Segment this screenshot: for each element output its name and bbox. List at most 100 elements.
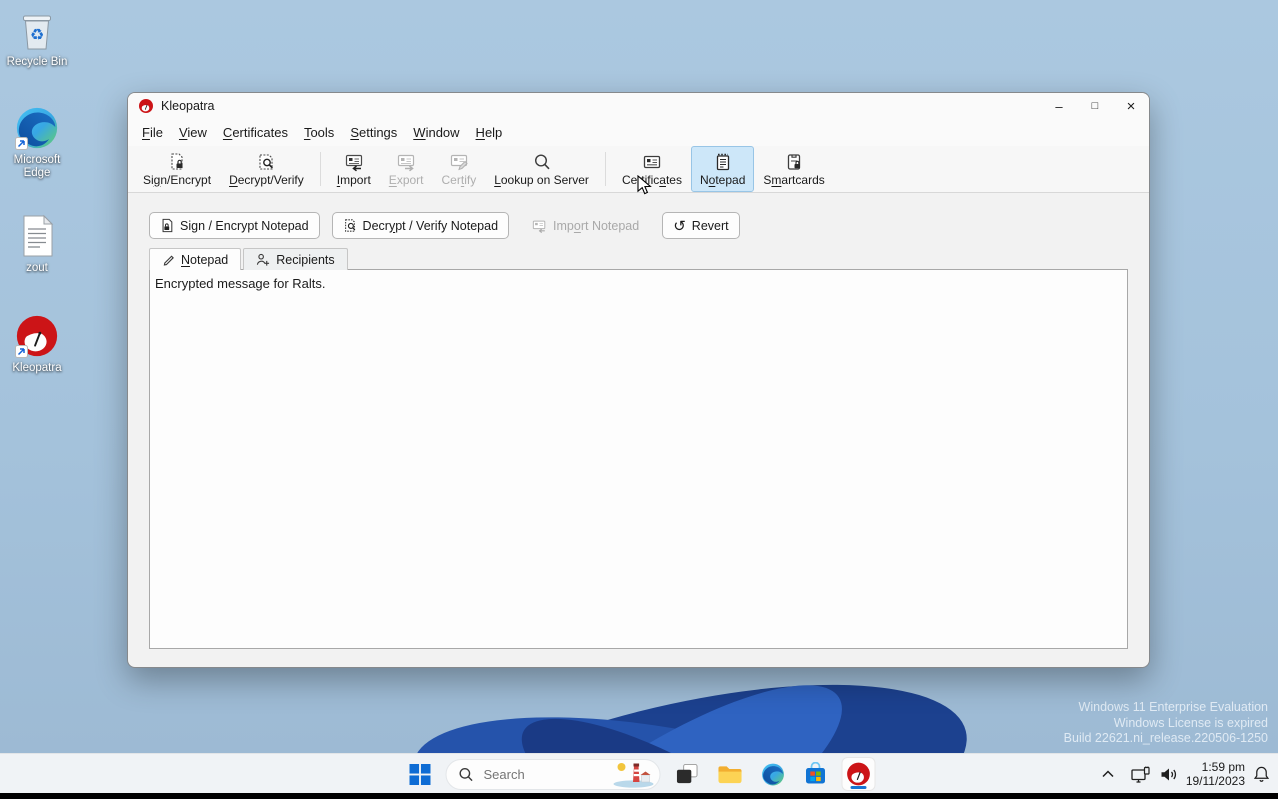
window-title: Kleopatra (161, 99, 215, 113)
notepad-tabs: Notepad Recipients (149, 248, 1149, 270)
toolbar-certify[interactable]: Certify (433, 146, 486, 192)
menu-certificates[interactable]: Certificates (215, 121, 296, 144)
search-icon (459, 767, 474, 782)
toolbar-smartcards[interactable]: Smartcards (754, 146, 833, 192)
mouse-cursor (637, 175, 652, 195)
task-view-button[interactable] (670, 757, 704, 791)
start-button[interactable] (403, 757, 437, 791)
shortcut-arrow-icon (15, 345, 28, 358)
pencil-icon (162, 253, 175, 266)
microsoft-store-button[interactable] (799, 757, 833, 791)
watermark-line: Windows 11 Enterprise Evaluation (1078, 700, 1268, 714)
toolbar-import[interactable]: Import (328, 146, 380, 192)
import-notepad-icon (532, 219, 547, 233)
import-certificate-icon (344, 152, 364, 172)
title-bar[interactable]: Kleopatra – □ × (128, 93, 1149, 119)
clock-time: 1:59 pm (1201, 760, 1245, 774)
notification-bell-icon[interactable] (1253, 765, 1270, 783)
tray-chevron-up-icon[interactable] (1101, 769, 1115, 779)
menu-view[interactable]: View (171, 121, 215, 144)
windows-logo-icon (409, 763, 430, 785)
recycle-bin-icon: ♻ (14, 7, 60, 53)
menu-help[interactable]: Help (468, 121, 511, 144)
tab-notepad[interactable]: Notepad (149, 248, 242, 270)
menu-bar: File View Certificates Tools Settings Wi… (128, 119, 1149, 146)
desktop-icon-microsoft-edge[interactable]: Microsoft Edge (0, 105, 74, 179)
notepad-view: Sign / Encrypt Notepad Decrypt / Verify … (128, 212, 1149, 649)
kleopatra-icon (847, 762, 870, 786)
volume-icon[interactable] (1160, 767, 1178, 782)
desktop: { "colors":{ "desktop_top":"#abc8e0","bl… (0, 0, 1278, 799)
taskbar: 1:59 pm 19/11/2023 (0, 753, 1278, 794)
revert-icon: ↺ (673, 216, 686, 235)
screen-bottom-strip (0, 793, 1278, 799)
decrypt-verify-icon (256, 152, 276, 172)
certificates-icon (642, 152, 662, 172)
minimize-button[interactable]: – (1041, 93, 1077, 119)
menu-window[interactable]: Window (405, 121, 467, 144)
toolbar-sign-encrypt[interactable]: Sign/Encrypt (134, 146, 220, 192)
desktop-icon-label: Kleopatra (12, 362, 62, 374)
kleopatra-taskbar-button[interactable] (841, 757, 876, 791)
watermark-line: Build 22621.ni_release.220506-1250 (1063, 731, 1268, 745)
windows-evaluation-watermark: Windows 11 Enterprise Evaluation Windows… (1064, 700, 1268, 747)
sign-encrypt-notepad-button[interactable]: Sign / Encrypt Notepad (149, 212, 320, 239)
desktop-icon-kleopatra[interactable]: Kleopatra (0, 313, 74, 375)
desktop-icon-label: Microsoft Edge (13, 154, 61, 179)
menu-file[interactable]: File (134, 121, 171, 144)
taskbar-center-group (403, 754, 876, 794)
clock-date: 19/11/2023 (1185, 774, 1245, 788)
search-server-icon (532, 152, 552, 172)
window-controls: – □ × (1041, 93, 1149, 119)
search-input[interactable] (481, 765, 602, 783)
edge-icon (14, 105, 60, 151)
notepad-text-input[interactable]: Encrypted message for Ralts. (150, 270, 1127, 648)
sign-encrypt-icon (167, 152, 187, 172)
edge-taskbar-button[interactable] (756, 757, 790, 791)
network-icon[interactable] (1131, 766, 1152, 783)
desktop-icon-label: zout (26, 262, 48, 274)
svg-text:♻: ♻ (30, 25, 44, 44)
toolbar-separator (604, 152, 606, 186)
toolbar-export[interactable]: Export (380, 146, 433, 192)
toolbar-lookup-on-server[interactable]: Lookup on Server (485, 146, 598, 192)
close-button[interactable]: × (1113, 93, 1149, 119)
toolbar-notepad[interactable]: Notepad (690, 146, 755, 192)
decrypt-verify-icon (343, 218, 357, 233)
shortcut-arrow-icon (15, 137, 28, 150)
search-spotlight-image[interactable] (610, 761, 656, 788)
desktop-icon-label: Recycle Bin (6, 56, 68, 68)
watermark-line: Windows License is expired (1113, 715, 1268, 730)
revert-button[interactable]: ↺ Revert (662, 212, 740, 239)
desktop-icon-recycle-bin[interactable]: ♻ Recycle Bin (0, 7, 74, 69)
desktop-icon-zout[interactable]: zout (0, 213, 74, 275)
kleopatra-icon (14, 313, 60, 359)
maximize-button[interactable]: □ (1077, 93, 1113, 119)
task-view-icon (676, 763, 698, 784)
export-certificate-icon (396, 152, 416, 172)
taskbar-clock[interactable]: 1:59 pm 19/11/2023 (1186, 760, 1245, 788)
import-notepad-button[interactable]: Import Notepad (521, 212, 650, 239)
sign-encrypt-icon (160, 218, 174, 233)
add-recipient-icon (256, 253, 270, 267)
notepad-editor: Encrypted message for Ralts. (149, 269, 1128, 649)
taskbar-search[interactable] (445, 758, 661, 790)
microsoft-store-icon (806, 761, 825, 783)
running-app-indicator (850, 786, 867, 789)
smartcards-icon (784, 152, 804, 172)
document-icon (14, 213, 60, 259)
toolbar-separator (319, 152, 321, 186)
notepad-icon (713, 152, 733, 172)
certify-icon (449, 152, 469, 172)
kleopatra-app-icon (138, 98, 154, 114)
edge-icon (761, 763, 784, 785)
decrypt-verify-notepad-button[interactable]: Decrypt / Verify Notepad (331, 212, 510, 239)
menu-settings[interactable]: Settings (342, 121, 405, 144)
notepad-action-row: Sign / Encrypt Notepad Decrypt / Verify … (149, 212, 1149, 239)
system-tray: 1:59 pm 19/11/2023 (1101, 754, 1270, 794)
file-explorer-icon (717, 765, 742, 783)
toolbar-decrypt-verify[interactable]: Decrypt/Verify (220, 146, 313, 192)
tab-recipients[interactable]: Recipients (243, 248, 348, 270)
menu-tools[interactable]: Tools (296, 121, 342, 144)
file-explorer-button[interactable] (713, 757, 747, 791)
